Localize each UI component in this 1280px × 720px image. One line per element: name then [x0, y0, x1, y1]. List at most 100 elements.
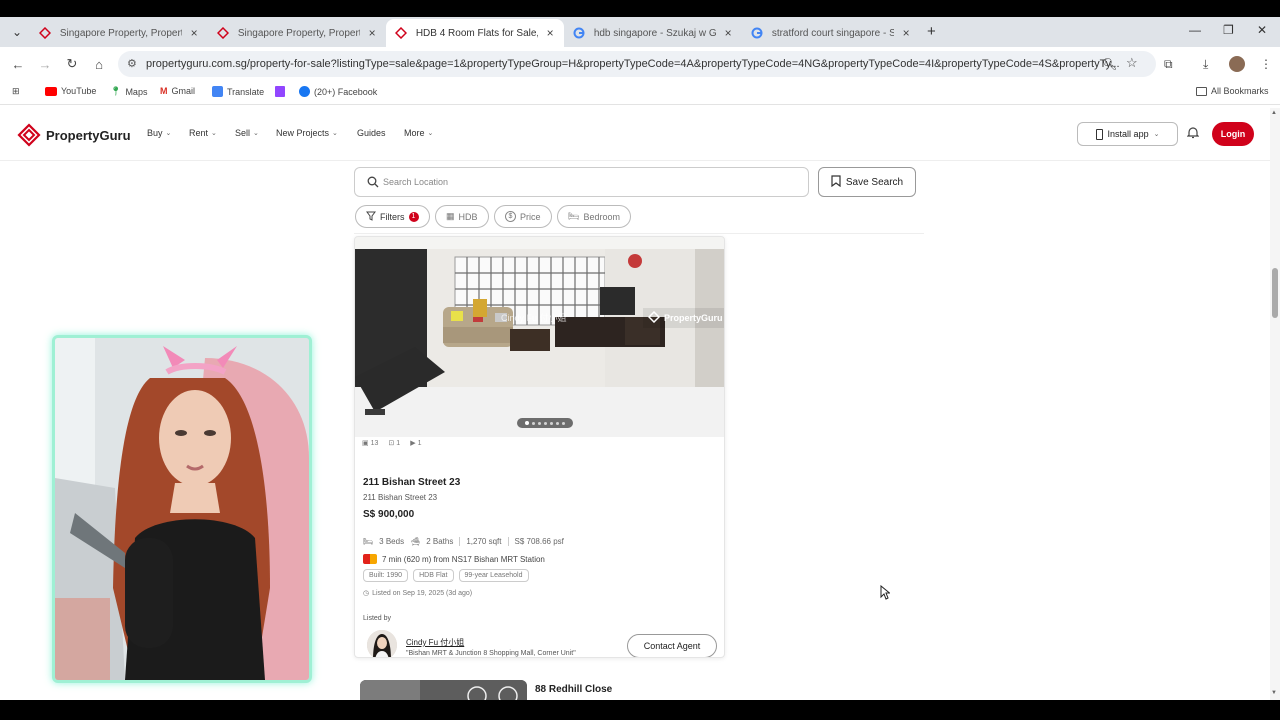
scroll-down-icon[interactable]: ▼	[1271, 690, 1277, 696]
bookmark-maps[interactable]: 📍︎ Maps	[110, 86, 147, 97]
tab-search-icon[interactable]: ⌄	[12, 25, 22, 39]
reload-icon[interactable]: ↻	[64, 56, 80, 72]
nav-new-projects[interactable]: New Projects ⌄	[276, 128, 338, 138]
bookmark-star-icon[interactable]: ☆	[1126, 55, 1138, 71]
all-bookmarks[interactable]: All Bookmarks	[1196, 86, 1269, 96]
living-room-photo	[355, 237, 724, 437]
carousel-dot[interactable]	[550, 421, 553, 425]
browser-tab[interactable]: stratford court singapore - Szu ×	[742, 19, 920, 47]
download-icon[interactable]: ⤓	[1203, 57, 1208, 72]
nav-sell[interactable]: Sell ⌄	[235, 128, 259, 138]
save-search-button[interactable]: Save Search	[818, 167, 916, 197]
carousel-dot[interactable]	[562, 421, 565, 425]
home-icon[interactable]: ⌂	[91, 56, 107, 72]
save-search-label: Save Search	[845, 176, 904, 188]
chevron-down-icon: ⌄	[427, 130, 434, 137]
browser-tab[interactable]: Singapore Property, Property fo ×	[30, 19, 208, 47]
close-icon[interactable]: ×	[188, 26, 200, 40]
floorplan-icon: ⊡	[388, 440, 395, 447]
tag-property-type: HDB Flat	[413, 569, 454, 582]
carousel-dots[interactable]	[517, 418, 573, 428]
carousel-dot[interactable]	[532, 421, 535, 425]
propertyguru-logo[interactable]: PropertyGuru	[17, 123, 131, 147]
back-icon[interactable]: ←	[10, 56, 26, 72]
restore-icon[interactable]: ❐	[1223, 23, 1234, 37]
chevron-down-icon: ⌄	[332, 130, 338, 137]
search-input[interactable]: Search Location	[354, 167, 809, 197]
price-filter-chip[interactable]: $ Price	[494, 205, 552, 228]
bell-icon[interactable]	[1186, 126, 1200, 142]
site-info-icon[interactable]: ⚙	[127, 57, 137, 70]
carousel-dot[interactable]	[556, 421, 559, 425]
divider	[507, 537, 509, 546]
facebook-icon	[299, 86, 310, 97]
close-icon[interactable]: ×	[722, 26, 734, 40]
next-listing-photo[interactable]	[360, 680, 527, 700]
nav-rent[interactable]: Rent ⌄	[189, 128, 217, 138]
listing-tags: Built: 1990 HDB Flat 99-year Leasehold	[363, 569, 529, 582]
scroll-thumb[interactable]	[1272, 268, 1278, 318]
minimize-icon[interactable]: —	[1189, 23, 1201, 37]
nav-more[interactable]: More ⌄	[404, 128, 433, 138]
profile-avatar[interactable]	[1229, 56, 1245, 72]
window-close-icon[interactable]: ✕	[1257, 23, 1267, 37]
menu-icon[interactable]: ⋮	[1260, 57, 1272, 71]
carousel-dot[interactable]	[538, 421, 541, 425]
listing-card[interactable]: PropertyGuru Cindy Fu 付小姐 ▣ 13 ⊡ 1 ▶ 1 211 …	[354, 236, 725, 658]
bath-icon: 🛁︎	[410, 537, 421, 546]
browser-tab-active[interactable]: HDB 4 Room Flats for Sale, Sep ×	[386, 19, 564, 47]
filters-button[interactable]: Filters 1	[355, 205, 430, 228]
carousel-dot[interactable]	[544, 421, 547, 425]
contact-agent-button[interactable]: Contact Agent	[627, 634, 717, 657]
close-icon[interactable]: ×	[544, 26, 556, 40]
listing-title[interactable]: 211 Bishan Street 23	[363, 477, 460, 488]
google-icon	[572, 26, 586, 40]
install-app-button[interactable]: Install app ⌄	[1077, 122, 1178, 146]
google-icon	[750, 26, 764, 40]
forward-icon[interactable]: →	[37, 56, 53, 72]
bookmark-gmail[interactable]: M Gmail	[160, 86, 195, 96]
nav-buy[interactable]: Buy ⌄	[147, 128, 171, 138]
tab-title: HDB 4 Room Flats for Sale, Sep	[415, 27, 539, 39]
browser-tab[interactable]: hdb singapore - Szukaj w Goog ×	[564, 19, 742, 47]
bookmark-twitch[interactable]	[275, 86, 285, 97]
carousel-dot[interactable]	[525, 421, 529, 425]
listed-on-text: Listed on Sep 19, 2025 (3d ago)	[372, 589, 473, 597]
listing-address: 211 Bishan Street 23	[363, 493, 438, 502]
nav-guides[interactable]: Guides	[357, 128, 386, 138]
hdb-filter-chip[interactable]: ▦ HDB	[435, 205, 489, 228]
hdb-label: HDB	[458, 211, 478, 222]
next-listing-title[interactable]: 88 Redhill Close	[535, 684, 612, 695]
page-scrollbar[interactable]: ▲ ▼	[1270, 108, 1280, 700]
folder-icon	[1196, 86, 1207, 96]
browser-tab[interactable]: Singapore Property, Property fo ×	[208, 19, 386, 47]
propertyguru-icon	[647, 310, 661, 325]
new-tab-icon[interactable]: +	[927, 23, 936, 40]
bookmark-youtube[interactable]: YouTube	[45, 86, 96, 96]
maps-icon: 📍︎	[110, 86, 122, 96]
apps-grid-icon[interactable]: ⊞	[12, 86, 20, 97]
search-icon	[367, 176, 379, 190]
bedroom-filter-chip[interactable]: 🛏︎ Bedroom	[557, 205, 631, 228]
close-icon[interactable]: ×	[366, 26, 378, 40]
address-bar[interactable]: ⚙ propertyguru.com.sg/property-for-sale?…	[118, 51, 1156, 77]
bookmark-label: (20+) Facebook	[314, 86, 378, 97]
zoom-icon[interactable]: 🔍︎	[1102, 57, 1117, 71]
watermark-brand: PropertyGuru	[664, 313, 723, 323]
scroll-up-icon[interactable]: ▲	[1271, 110, 1277, 116]
avatar[interactable]	[367, 630, 397, 657]
login-button[interactable]: Login	[1212, 122, 1254, 146]
nav-label: Guides	[357, 128, 386, 138]
bookmark-translate[interactable]: Translate	[212, 86, 264, 97]
bookmark-icon	[831, 174, 841, 190]
close-icon[interactable]: ×	[900, 26, 912, 40]
listing-photo[interactable]: PropertyGuru Cindy Fu 付小姐	[355, 237, 724, 437]
bookmark-facebook[interactable]: (20+) Facebook	[299, 86, 377, 97]
extensions-icon[interactable]: ⧉	[1164, 57, 1173, 72]
filter-count-badge: 1	[408, 211, 419, 222]
chevron-down-icon: ⌄	[253, 130, 259, 137]
bed-icon: 🛏︎	[568, 211, 580, 221]
install-app-label: Install app	[1107, 129, 1149, 139]
listing-specs: 🛏︎ 3 Beds 🛁︎ 2 Baths 1,270 sqft S$ 708.6…	[363, 537, 564, 546]
agent-name[interactable]: Cindy Fu 付小姐	[406, 637, 464, 648]
